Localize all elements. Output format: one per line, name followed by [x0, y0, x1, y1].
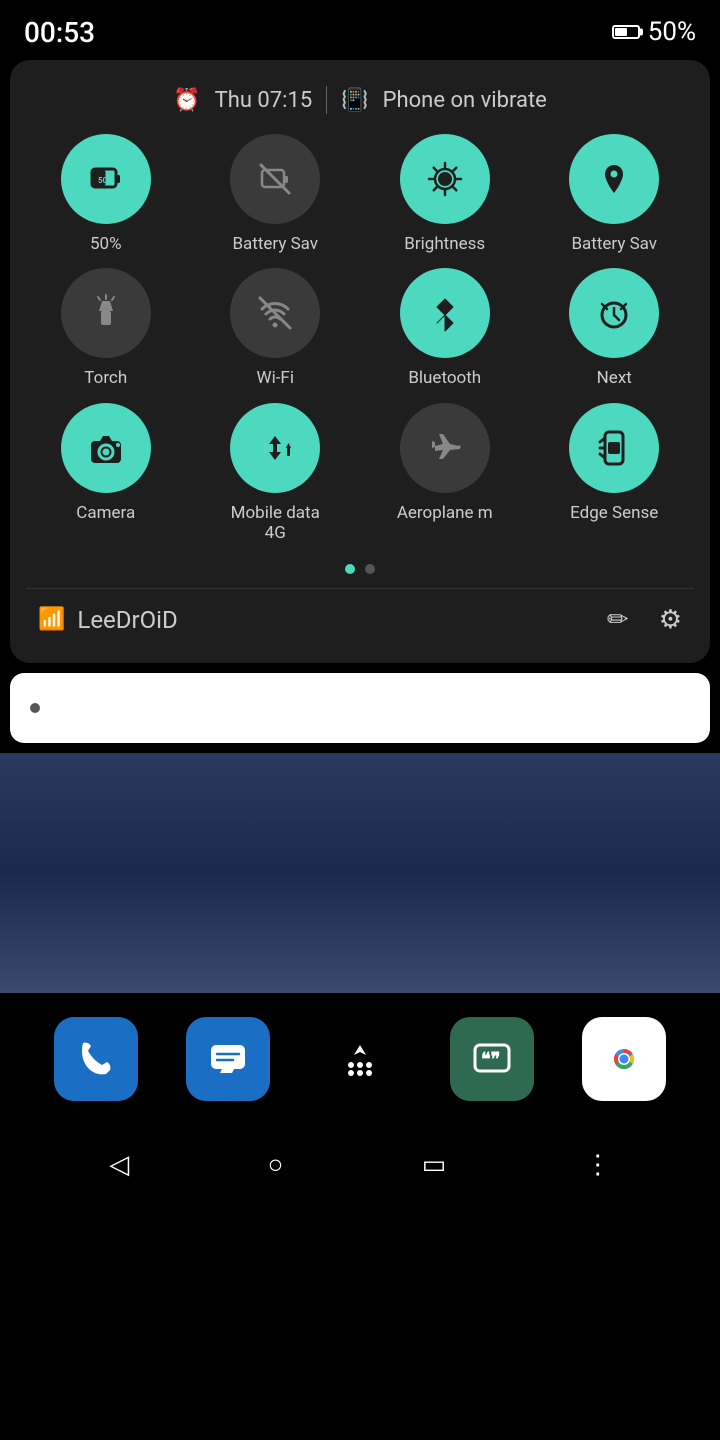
- tile-camera[interactable]: Camera: [26, 403, 186, 544]
- user-info: 📶 LeeDrOiD: [38, 606, 178, 634]
- status-bar: 00:53 50%: [0, 0, 720, 60]
- footer-icons: ✏ ⚙: [607, 605, 682, 635]
- qs-row-3: Camera Mobile data4G: [26, 403, 694, 544]
- tile-aeroplane-label: Aeroplane m: [397, 503, 493, 523]
- dock-chrome[interactable]: [582, 1017, 666, 1101]
- battery-percent-status: 50%: [648, 17, 696, 47]
- tile-battery-percent[interactable]: 50 50%: [26, 134, 186, 254]
- messages-icon-svg: [206, 1037, 250, 1081]
- tile-battery-percent-label: 50%: [90, 234, 122, 254]
- battery-saver-off-icon-svg: [255, 159, 295, 199]
- location-icon-svg: [594, 159, 634, 199]
- vibrate-label: Phone on vibrate: [383, 88, 547, 113]
- battery-icon: [612, 25, 640, 39]
- tile-battery-saver-off[interactable]: Battery Sav: [196, 134, 356, 254]
- tile-mobile-data[interactable]: Mobile data4G: [196, 403, 356, 544]
- dock-quotes[interactable]: ❝❞: [450, 1017, 534, 1101]
- mobile-data-icon: [230, 403, 320, 493]
- tile-bluetooth[interactable]: Bluetooth: [365, 268, 525, 388]
- dock-app-drawer[interactable]: [318, 1017, 402, 1101]
- camera-icon-svg: [86, 428, 126, 468]
- status-time: 00:53: [24, 16, 95, 49]
- dock-messages[interactable]: [186, 1017, 270, 1101]
- vibrate-icon: 📳: [341, 88, 368, 113]
- nav-bar: ◁ ○ ▭ ⋮: [0, 1125, 720, 1205]
- tile-mobile-data-label: Mobile data4G: [231, 503, 320, 544]
- recents-button[interactable]: ▭: [422, 1150, 447, 1180]
- brightness-icon: [400, 134, 490, 224]
- bluetooth-icon: [400, 268, 490, 358]
- home-button[interactable]: ○: [268, 1149, 284, 1180]
- tile-torch[interactable]: Torch: [26, 268, 186, 388]
- tile-next-label: Next: [597, 368, 632, 388]
- tile-edge-sense[interactable]: Edge Sense: [535, 403, 695, 544]
- edge-sense-icon: [569, 403, 659, 493]
- page-dot-2: [365, 564, 375, 574]
- page-dots: [26, 564, 694, 574]
- app-dock: ❝❞: [0, 993, 720, 1125]
- dock-phone[interactable]: [54, 1017, 138, 1101]
- quotes-icon-svg: ❝❞: [470, 1037, 514, 1081]
- svg-text:50: 50: [98, 176, 108, 185]
- search-bar[interactable]: [10, 673, 710, 743]
- tile-wifi-label: Wi-Fi: [257, 368, 294, 388]
- quick-settings-panel: ⏰ Thu 07:15 📳 Phone on vibrate 50 50%: [10, 60, 710, 663]
- tile-edge-sense-label: Edge Sense: [570, 503, 658, 523]
- torch-icon: [61, 268, 151, 358]
- battery-icon-svg: 50: [86, 159, 126, 199]
- tile-brightness-label: Brightness: [404, 234, 485, 254]
- tile-location[interactable]: Battery Sav: [535, 134, 695, 254]
- search-dot: [30, 703, 40, 713]
- tile-wifi[interactable]: Wi-Fi: [196, 268, 356, 388]
- chrome-icon-svg: [602, 1037, 646, 1081]
- more-button[interactable]: ⋮: [585, 1150, 611, 1180]
- svg-text:❝❞: ❝❞: [481, 1049, 500, 1070]
- battery-saver-off-icon: [230, 134, 320, 224]
- signal-icon: 📶: [38, 607, 65, 632]
- battery-body: [612, 25, 640, 39]
- app-drawer-icon-svg: [338, 1037, 382, 1081]
- mobile-data-icon-svg: [255, 428, 295, 468]
- torch-icon-svg: [86, 293, 126, 333]
- qs-row-1: 50 50% Battery Sav: [26, 134, 694, 254]
- edge-sense-icon-svg: [594, 428, 634, 468]
- tile-torch-label: Torch: [84, 368, 127, 388]
- tile-battery-saver-off-label: Battery Sav: [232, 234, 318, 254]
- back-button[interactable]: ◁: [109, 1150, 129, 1180]
- phone-icon-svg: [74, 1037, 118, 1081]
- qs-footer: 📶 LeeDrOiD ✏ ⚙: [26, 588, 694, 647]
- tile-aeroplane[interactable]: Aeroplane m: [365, 403, 525, 544]
- status-right: 50%: [612, 17, 696, 47]
- edit-icon[interactable]: ✏: [607, 605, 629, 635]
- brightness-icon-svg: [425, 159, 465, 199]
- wifi-off-icon: [230, 268, 320, 358]
- battery-percent-icon: 50: [61, 134, 151, 224]
- qs-header: ⏰ Thu 07:15 📳 Phone on vibrate: [26, 76, 694, 134]
- settings-icon[interactable]: ⚙: [659, 605, 682, 635]
- aeroplane-icon: [400, 403, 490, 493]
- tile-bluetooth-label: Bluetooth: [408, 368, 481, 388]
- tile-location-label: Battery Sav: [571, 234, 657, 254]
- page-dot-1: [345, 564, 355, 574]
- home-wallpaper: [0, 753, 720, 993]
- next-alarm-icon: [569, 268, 659, 358]
- day-time-label: Thu 07:15: [215, 88, 313, 113]
- header-divider: [326, 86, 327, 114]
- aeroplane-icon-svg: [425, 428, 465, 468]
- wifi-off-icon-svg: [255, 293, 295, 333]
- tile-next[interactable]: Next: [535, 268, 695, 388]
- camera-icon: [61, 403, 151, 493]
- tile-brightness[interactable]: Brightness: [365, 134, 525, 254]
- next-alarm-icon-svg: [594, 293, 634, 333]
- location-icon: [569, 134, 659, 224]
- bluetooth-icon-svg: [425, 293, 465, 333]
- user-name-label: LeeDrOiD: [77, 606, 177, 634]
- qs-row-2: Torch Wi-Fi: [26, 268, 694, 388]
- tile-camera-label: Camera: [76, 503, 135, 523]
- alarm-icon: ⏰: [173, 88, 200, 113]
- battery-fill: [615, 28, 627, 36]
